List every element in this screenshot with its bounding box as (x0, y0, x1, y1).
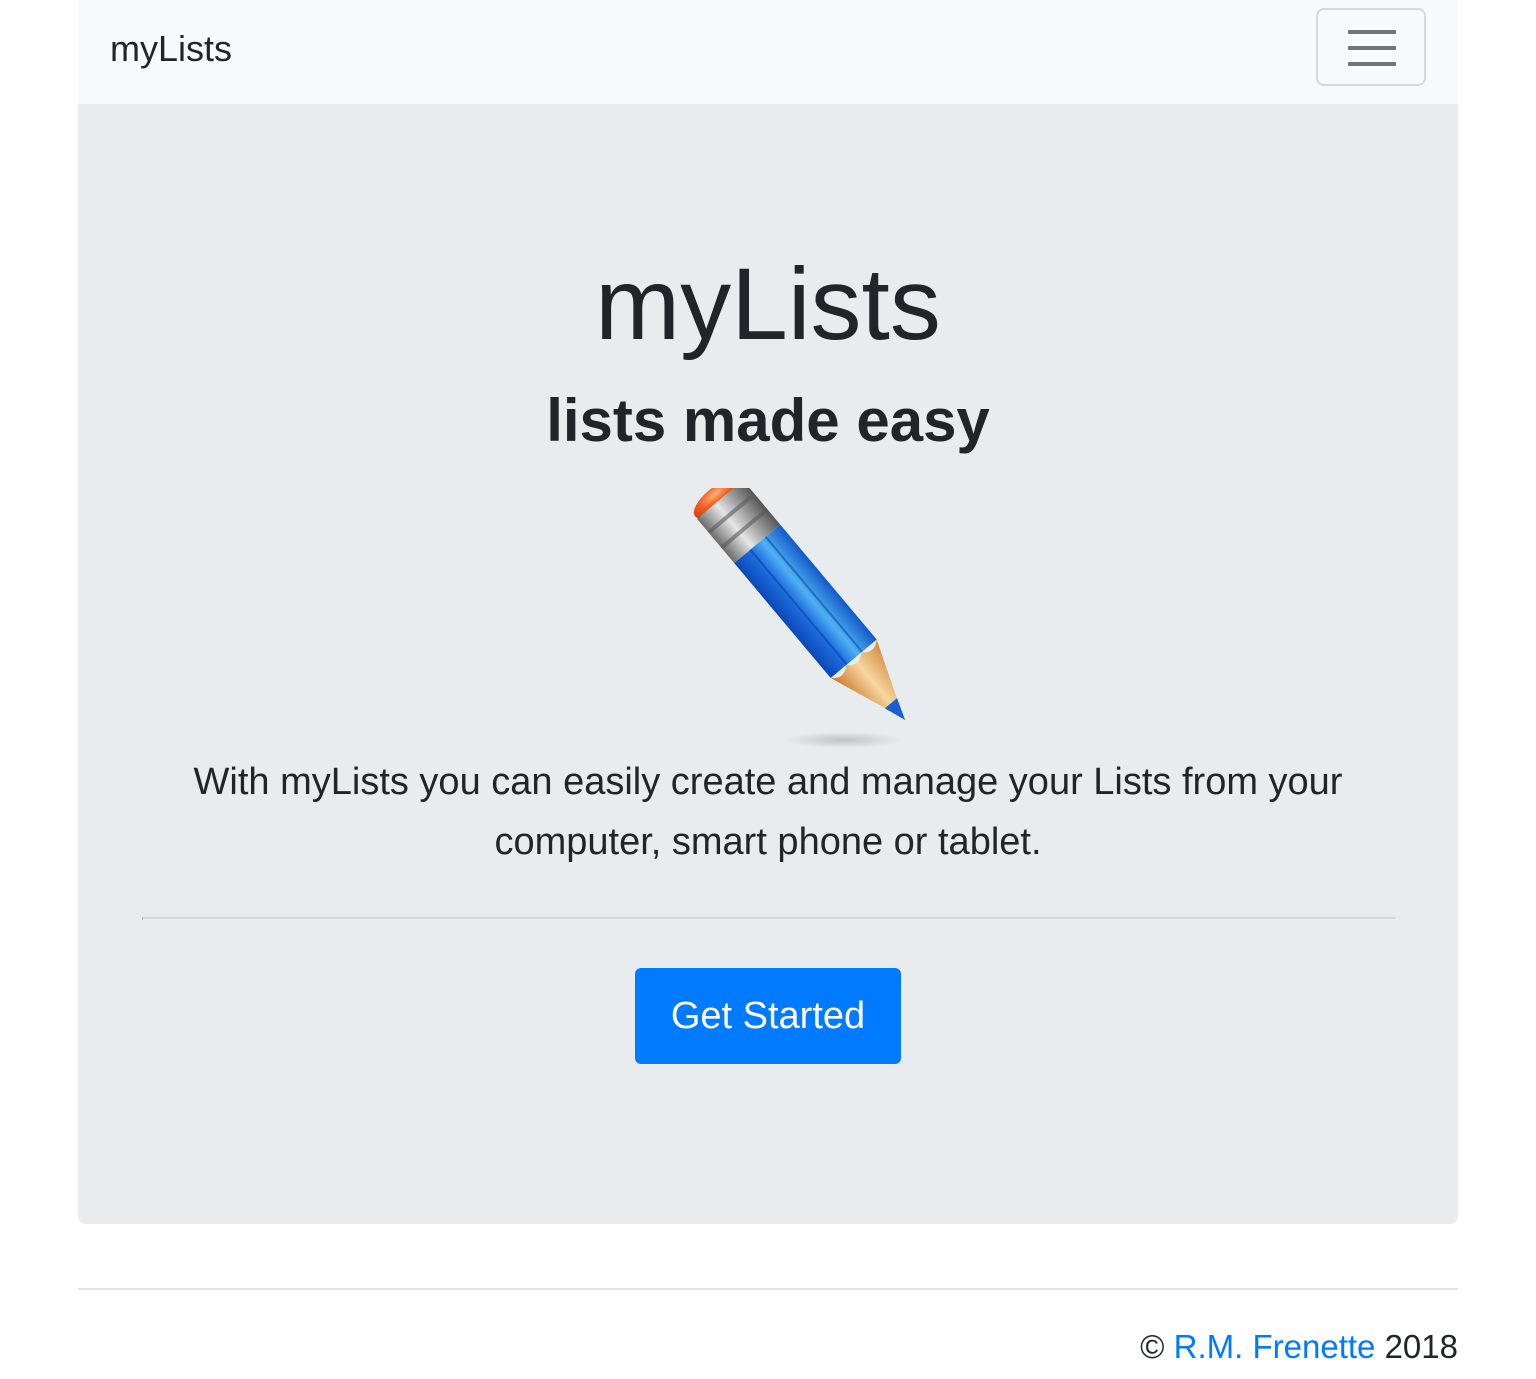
copyright-symbol: © (1140, 1328, 1165, 1365)
get-started-button[interactable]: Get Started (635, 968, 901, 1064)
footer: © R.M. Frenette 2018 (1140, 1326, 1458, 1368)
hero-lead-text: With myLists you can easily create and m… (193, 761, 1343, 863)
footer-divider (78, 1288, 1458, 1290)
navbar-toggler-button[interactable] (1316, 8, 1426, 86)
copyright-year: 2018 (1384, 1328, 1458, 1365)
jumbotron: myLists lists made easy With myLists you… (78, 104, 1458, 1224)
navbar: myLists (78, 0, 1458, 104)
hero-subtitle: lists made easy (546, 387, 990, 454)
divider (142, 917, 1396, 920)
pencil-icon (628, 475, 908, 758)
author-link[interactable]: R.M. Frenette (1174, 1328, 1376, 1365)
hero-title: myLists (595, 247, 941, 361)
navbar-brand[interactable]: myLists (110, 28, 232, 70)
